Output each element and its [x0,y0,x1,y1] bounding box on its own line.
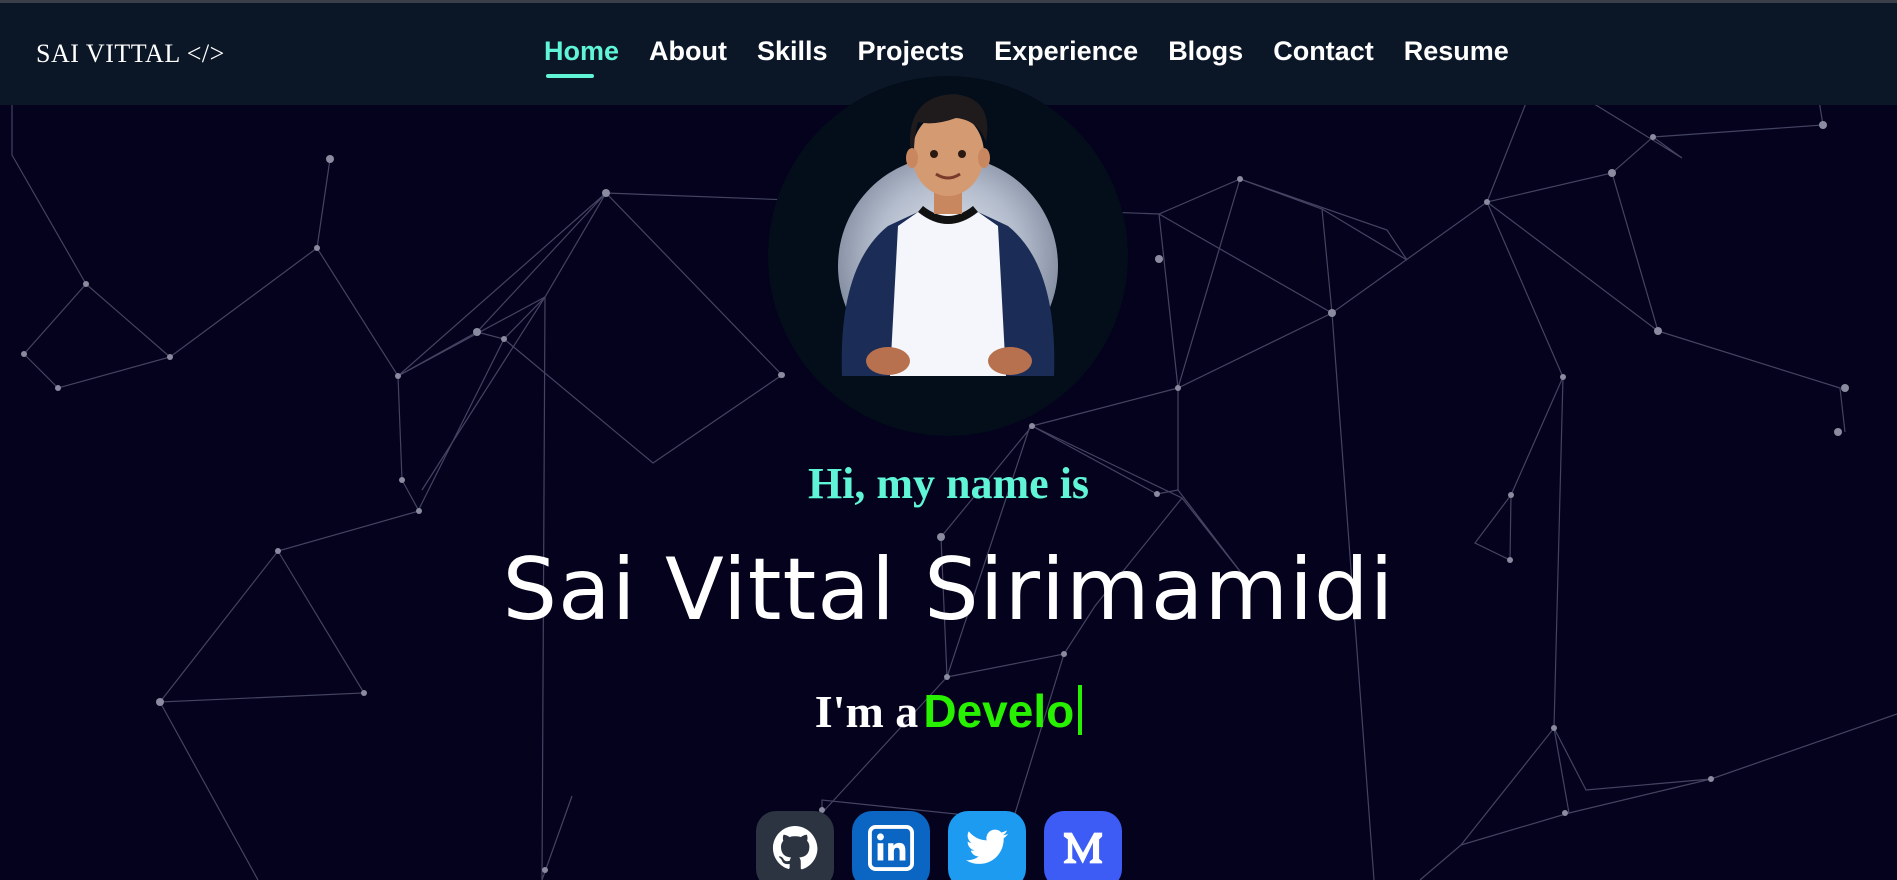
nav-item-label: Blogs [1168,36,1244,66]
typing-cursor [1078,685,1083,735]
nav-item-label: Home [544,36,620,66]
active-nav-indicator [546,74,594,78]
social-links [756,811,1122,880]
hero-typing-line: I'm a Develo [0,684,1897,738]
avatar [768,76,1128,436]
nav-item-contact[interactable]: Contact [1273,36,1374,67]
hero-name: Sai Vittal Sirimamidi [502,540,1395,640]
nav-item-home[interactable]: Home [544,36,620,78]
medium-icon [1063,832,1103,864]
nav-item-skills[interactable]: Skills [757,36,828,67]
twitter-link[interactable] [948,811,1026,880]
github-icon [772,825,818,870]
nav-item-blogs[interactable]: Blogs [1168,36,1243,67]
nav-item-label: Contact [1273,36,1374,66]
avatar-illustration [838,94,1058,376]
twitter-icon [965,829,1009,864]
github-link[interactable] [756,811,834,880]
linkedin-icon [868,825,914,871]
typing-prefix: I'm a [814,686,919,737]
nav-item-label: About [649,36,727,66]
hero-greeting: Hi, my name is [807,459,1090,508]
nav-item-resume[interactable]: Resume [1404,36,1509,67]
typing-role: Develo [923,685,1075,737]
nav-item-label: Experience [994,36,1139,66]
nav-item-projects[interactable]: Projects [858,36,965,67]
medium-link[interactable] [1044,811,1122,880]
nav-item-experience[interactable]: Experience [994,36,1138,67]
nav-item-label: Projects [857,36,965,66]
nav-links: Home About Skills Projects Experience Bl… [544,36,1539,78]
nav-item-label: Resume [1403,36,1509,66]
nav-item-about[interactable]: About [649,36,727,67]
linkedin-link[interactable] [852,811,930,880]
brand-logo[interactable]: SAI VITTAL </> [36,39,225,69]
nav-item-label: Skills [756,36,828,66]
